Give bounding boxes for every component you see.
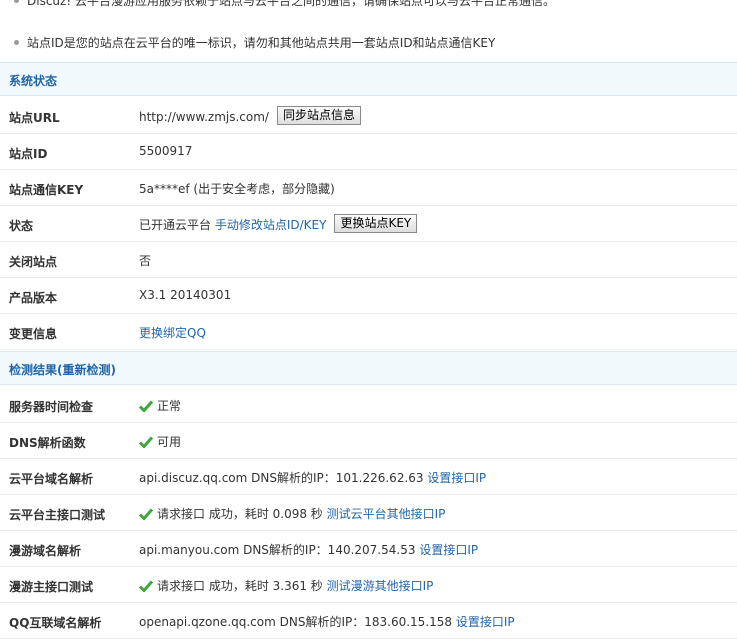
site-id-value: 5500917	[139, 144, 193, 158]
check-icon	[139, 436, 153, 448]
row-value: api.manyou.com DNS解析的IP：140.207.54.53 设置…	[139, 541, 478, 558]
test-cloud-other-ip-link[interactable]: 测试云平台其他接口IP	[327, 507, 446, 521]
row-label: 云平台主接口测试	[9, 508, 106, 522]
row-label: 云平台域名解析	[9, 472, 94, 486]
row-manyou-dns: 漫游域名解析 api.manyou.com DNS解析的IP：140.207.5…	[0, 531, 737, 567]
status-text: 已开通云平台	[139, 218, 212, 232]
modify-site-id-key-link[interactable]: 手动修改站点ID/KEY	[215, 218, 327, 232]
row-label: 状态	[9, 219, 34, 233]
row-site-id: 站点ID 5500917	[0, 134, 737, 170]
version-value: X3.1 20140301	[139, 288, 232, 302]
row-change-info: 变更信息 更换绑定QQ	[0, 314, 737, 350]
row-manyou-api: 漫游主接口测试 请求接口 成功，耗时 3.361 秒 测试漫游其他接口IP	[0, 567, 737, 603]
row-cloud-api: 云平台主接口测试 请求接口 成功，耗时 0.098 秒 测试云平台其他接口IP	[0, 495, 737, 531]
row-value: http://www.zmjs.com/同步站点信息	[139, 106, 361, 127]
change-bound-qq-link[interactable]: 更换绑定QQ	[139, 326, 206, 340]
row-value: openapi.qzone.qq.com DNS解析的IP：183.60.15.…	[139, 613, 515, 630]
notice-item: 站点ID是您的站点在云平台的唯一标识，请勿和其他站点共用一套站点ID和站点通信K…	[14, 34, 495, 51]
section-title-text: 检测结果(	[9, 363, 63, 377]
bullet-icon	[14, 40, 19, 45]
section-title: 系统状态	[9, 74, 58, 88]
row-value: 请求接口 成功，耗时 0.098 秒 测试云平台其他接口IP	[139, 505, 445, 522]
section-title: 检测结果(重新检测)	[9, 361, 116, 378]
row-close-site: 关闭站点 否	[0, 242, 737, 278]
dns-func-status: 可用	[157, 435, 182, 449]
row-value: 正常	[139, 397, 181, 414]
manyou-api-value: 请求接口 成功，耗时 3.361 秒	[157, 579, 323, 593]
set-api-ip-link[interactable]: 设置接口IP	[456, 615, 515, 629]
row-site-url: 站点URL http://www.zmjs.com/同步站点信息	[0, 98, 737, 134]
close-site-value: 否	[139, 254, 152, 268]
manyou-dns-value: api.manyou.com DNS解析的IP：140.207.54.53	[139, 543, 416, 557]
site-key-value: 5a****ef (出于安全考虑，部分隐藏)	[139, 182, 335, 196]
row-value: 已开通云平台 手动修改站点ID/KEY 更换站点KEY	[139, 214, 418, 235]
row-label: 漫游域名解析	[9, 544, 82, 558]
check-icon	[139, 580, 153, 592]
row-qq-dns: QQ互联域名解析 openapi.qzone.qq.com DNS解析的IP：1…	[0, 603, 737, 639]
cloud-api-value: 请求接口 成功，耗时 0.098 秒	[157, 507, 323, 521]
change-site-key-button[interactable]: 更换站点KEY	[334, 214, 418, 233]
row-label: DNS解析函数	[9, 436, 86, 450]
set-api-ip-link[interactable]: 设置接口IP	[419, 543, 478, 557]
check-icon	[139, 400, 153, 412]
set-api-ip-link[interactable]: 设置接口IP	[427, 471, 486, 485]
test-manyou-other-ip-link[interactable]: 测试漫游其他接口IP	[327, 579, 434, 593]
check-icon	[139, 508, 153, 520]
notice-text: 站点ID是您的站点在云平台的唯一标识，请勿和其他站点共用一套站点ID和站点通信K…	[27, 36, 496, 50]
row-label: 站点ID	[9, 147, 48, 161]
row-cloud-dns: 云平台域名解析 api.discuz.qq.com DNS解析的IP：101.2…	[0, 459, 737, 495]
row-label: 站点URL	[9, 111, 60, 125]
row-label: QQ互联域名解析	[9, 616, 102, 630]
row-value: 请求接口 成功，耗时 3.361 秒 测试漫游其他接口IP	[139, 577, 433, 594]
section-title-end: )	[110, 363, 116, 377]
row-label: 产品版本	[9, 291, 58, 305]
row-dns-func: DNS解析函数 可用	[0, 423, 737, 459]
qq-dns-value: openapi.qzone.qq.com DNS解析的IP：183.60.15.…	[139, 615, 453, 629]
row-value: api.discuz.qq.com DNS解析的IP：101.226.62.63…	[139, 469, 486, 486]
row-value: 更换绑定QQ	[139, 324, 206, 341]
recheck-link[interactable]: 重新检测	[63, 363, 111, 377]
row-label: 关闭站点	[9, 255, 58, 269]
bullet-icon	[14, 0, 19, 3]
row-version: 产品版本 X3.1 20140301	[0, 278, 737, 314]
row-label: 漫游主接口测试	[9, 580, 94, 594]
notice-list: Discuz! 云平台漫游应用服务依赖于站点与云平台之间的通信，请确保站点可以与…	[0, 0, 737, 62]
row-label: 站点通信KEY	[9, 183, 84, 197]
site-url-text: http://www.zmjs.com/	[139, 110, 269, 124]
row-server-time: 服务器时间检查 正常	[0, 387, 737, 423]
row-value: 可用	[139, 433, 181, 450]
notice-item: Discuz! 云平台漫游应用服务依赖于站点与云平台之间的通信，请确保站点可以与…	[14, 0, 555, 9]
row-label: 变更信息	[9, 327, 58, 341]
row-status: 状态 已开通云平台 手动修改站点ID/KEY 更换站点KEY	[0, 206, 737, 242]
notice-text: Discuz! 云平台漫游应用服务依赖于站点与云平台之间的通信，请确保站点可以与…	[27, 0, 555, 8]
cloud-dns-value: api.discuz.qq.com DNS解析的IP：101.226.62.63	[139, 471, 424, 485]
row-site-key: 站点通信KEY 5a****ef (出于安全考虑，部分隐藏)	[0, 170, 737, 206]
server-time-status: 正常	[157, 399, 182, 413]
section-header-check-results: 检测结果(重新检测)	[0, 351, 737, 385]
sync-site-info-button[interactable]: 同步站点信息	[276, 106, 361, 125]
row-label: 服务器时间检查	[9, 400, 94, 414]
section-header-system-status: 系统状态	[0, 62, 737, 96]
